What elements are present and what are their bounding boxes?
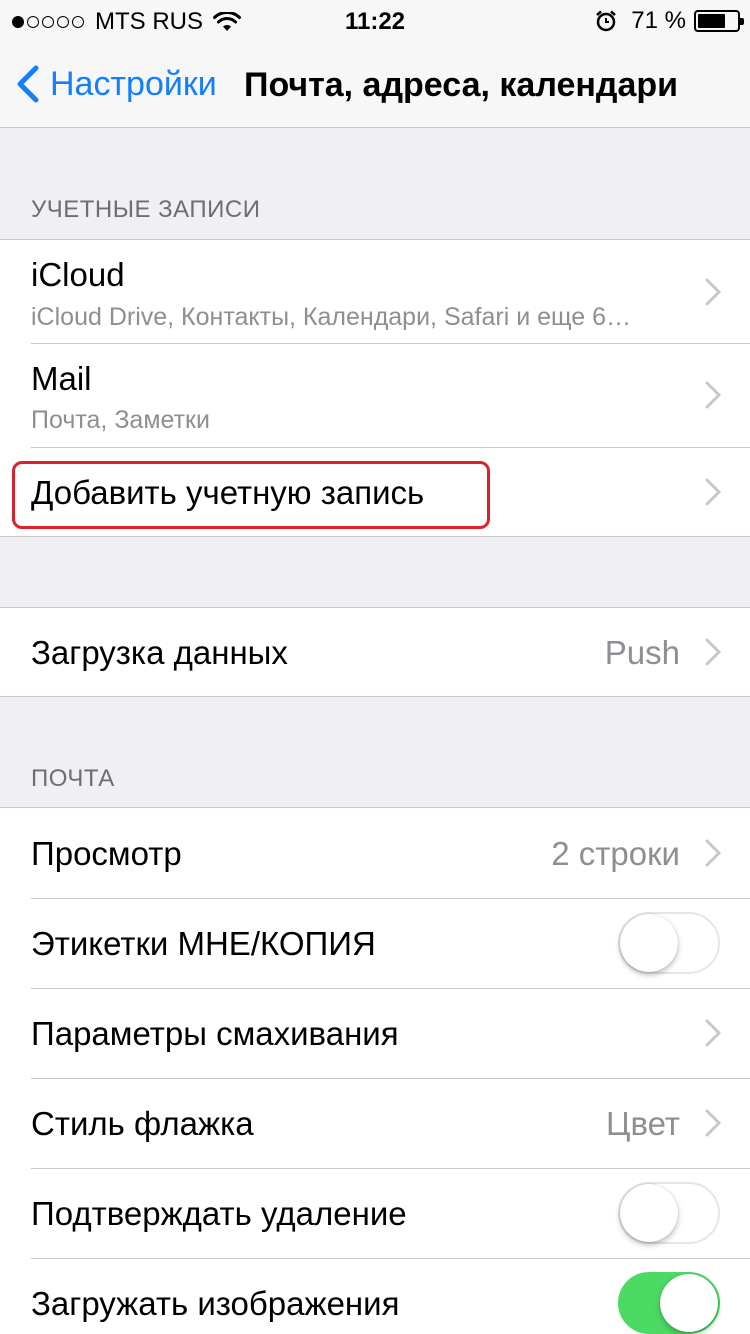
chevron-left-icon bbox=[17, 65, 39, 103]
row-title: Подтверждать удаление bbox=[31, 1195, 407, 1232]
chevron-right-icon bbox=[705, 1019, 721, 1047]
row-value: 2 строки bbox=[551, 835, 680, 872]
page-title: Почта, адреса, календари bbox=[244, 66, 679, 104]
row-title: Mail bbox=[31, 360, 92, 397]
row-subtitle: Почта, Заметки bbox=[31, 406, 210, 434]
row-value: Цвет bbox=[606, 1105, 680, 1142]
toggle-knob bbox=[660, 1274, 718, 1332]
row-title: iCloud bbox=[31, 256, 125, 293]
section-header-accounts: УЧЕТНЫЕ ЗАПИСИ bbox=[31, 196, 261, 223]
battery-icon bbox=[694, 10, 744, 32]
mail-group: Просмотр 2 строки Этикетки МНЕ/КОПИЯ Пар… bbox=[0, 807, 750, 1334]
back-button[interactable]: Настройки bbox=[14, 62, 217, 106]
chevron-right-icon bbox=[705, 478, 721, 506]
load-images-row: Загружать изображения bbox=[0, 1258, 750, 1334]
load-images-toggle[interactable] bbox=[618, 1272, 720, 1334]
status-bar: MTS RUS 11:22 71 % bbox=[0, 0, 750, 40]
battery-percent: 71 % bbox=[631, 7, 686, 34]
back-label: Настройки bbox=[50, 64, 217, 103]
chevron-right-icon bbox=[705, 638, 721, 666]
section-header-mail: ПОЧТА bbox=[31, 765, 115, 792]
chevron-right-icon bbox=[705, 1109, 721, 1137]
add-account-row[interactable]: Добавить учетную запись bbox=[0, 447, 750, 536]
row-value: Push bbox=[604, 634, 680, 671]
account-row-icloud[interactable]: iCloud iCloud Drive, Контакты, Календари… bbox=[0, 240, 750, 343]
preview-row[interactable]: Просмотр 2 строки bbox=[0, 808, 750, 898]
flag-style-row[interactable]: Стиль флажка Цвет bbox=[0, 1078, 750, 1168]
row-subtitle: iCloud Drive, Контакты, Календари, Safar… bbox=[31, 303, 632, 331]
row-title: Загружать изображения bbox=[31, 1285, 400, 1322]
row-title: Загрузка данных bbox=[31, 634, 288, 671]
row-title: Этикетки МНЕ/КОПИЯ bbox=[31, 925, 376, 962]
chevron-right-icon bbox=[705, 381, 721, 409]
row-title: Просмотр bbox=[31, 835, 182, 872]
chevron-right-icon bbox=[705, 278, 721, 306]
alarm-icon bbox=[596, 10, 617, 32]
account-row-mail[interactable]: Mail Почта, Заметки bbox=[0, 343, 750, 447]
ask-before-deleting-toggle[interactable] bbox=[618, 1182, 720, 1244]
battery-tip bbox=[740, 18, 744, 25]
navigation-bar: Настройки Почта, адреса, календари bbox=[0, 40, 750, 128]
fetch-row[interactable]: Загрузка данных Push bbox=[0, 608, 750, 696]
accounts-group: iCloud iCloud Drive, Контакты, Календари… bbox=[0, 239, 750, 537]
swipe-options-row[interactable]: Параметры смахивания bbox=[0, 988, 750, 1078]
chevron-right-icon bbox=[705, 839, 721, 867]
row-title: Стиль флажка bbox=[31, 1105, 254, 1142]
fetch-group: Загрузка данных Push bbox=[0, 607, 750, 697]
row-title: Добавить учетную запись bbox=[31, 474, 425, 511]
status-right: 71 % bbox=[595, 7, 744, 35]
ask-before-deleting-row: Подтверждать удаление bbox=[0, 1168, 750, 1258]
toggle-knob bbox=[620, 914, 678, 972]
battery-fill bbox=[698, 14, 725, 28]
to-cc-labels-row: Этикетки МНЕ/КОПИЯ bbox=[0, 898, 750, 988]
toggle-knob bbox=[620, 1184, 678, 1242]
to-cc-labels-toggle[interactable] bbox=[618, 912, 720, 974]
row-title: Параметры смахивания bbox=[31, 1015, 399, 1052]
